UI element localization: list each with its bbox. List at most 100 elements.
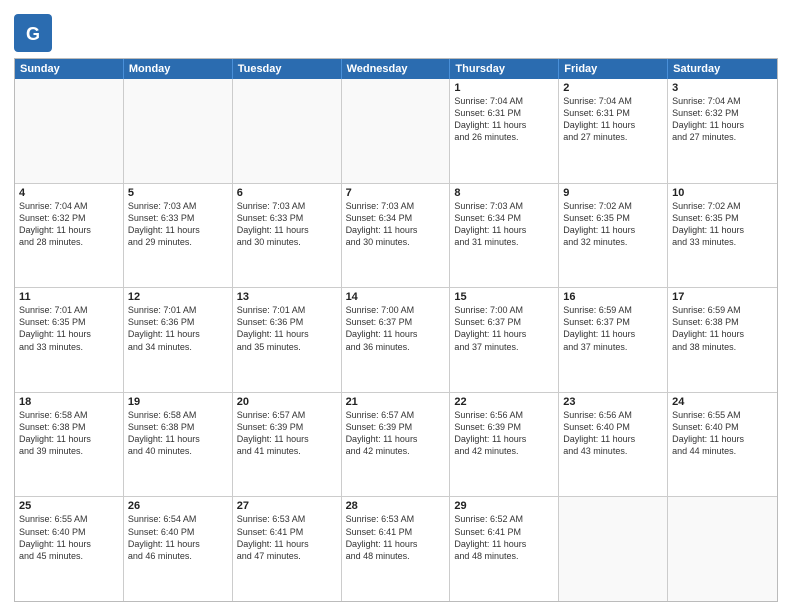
day-info: Sunrise: 6:57 AM Sunset: 6:39 PM Dayligh…	[237, 409, 337, 458]
day-info: Sunrise: 6:56 AM Sunset: 6:40 PM Dayligh…	[563, 409, 663, 458]
calendar-cell: 17Sunrise: 6:59 AM Sunset: 6:38 PM Dayli…	[668, 288, 777, 392]
day-info: Sunrise: 6:53 AM Sunset: 6:41 PM Dayligh…	[237, 513, 337, 562]
calendar-cell: 16Sunrise: 6:59 AM Sunset: 6:37 PM Dayli…	[559, 288, 668, 392]
day-info: Sunrise: 6:59 AM Sunset: 6:37 PM Dayligh…	[563, 304, 663, 353]
day-info: Sunrise: 7:00 AM Sunset: 6:37 PM Dayligh…	[454, 304, 554, 353]
day-number: 14	[346, 291, 446, 303]
day-number: 1	[454, 82, 554, 94]
calendar-week-row: 18 Sunrise: 6:58 AM Sunset: 6:38 PM Dayli…	[15, 393, 777, 498]
calendar-header-cell: Saturday	[668, 59, 777, 79]
calendar-cell: 8Sunrise: 7:03 AM Sunset: 6:34 PM Daylig…	[450, 184, 559, 288]
day-number: 8	[454, 187, 554, 199]
svg-text:G: G	[26, 24, 40, 44]
calendar-week-row: 11Sunrise: 7:01 AM Sunset: 6:35 PM Dayli…	[15, 288, 777, 393]
day-number: 26	[128, 500, 228, 512]
day-info: Sunrise: 7:04 AM Sunset: 6:31 PM Dayligh…	[563, 95, 663, 144]
day-info: Sunrise: 7:01 AM Sunset: 6:36 PM Dayligh…	[237, 304, 337, 353]
calendar-cell: 22Sunrise: 6:56 AM Sunset: 6:39 PM Dayli…	[450, 393, 559, 497]
day-number: 28	[346, 500, 446, 512]
day-info: Sunrise: 7:04 AM Sunset: 6:32 PM Dayligh…	[672, 95, 773, 144]
day-number: 12	[128, 291, 228, 303]
calendar-cell: 26Sunrise: 6:54 AM Sunset: 6:40 PM Dayli…	[124, 497, 233, 601]
calendar-cell: 11Sunrise: 7:01 AM Sunset: 6:35 PM Dayli…	[15, 288, 124, 392]
calendar-cell	[233, 79, 342, 183]
calendar-header-cell: Sunday	[15, 59, 124, 79]
calendar-body: 1Sunrise: 7:04 AM Sunset: 6:31 PM Daylig…	[15, 79, 777, 601]
calendar-header-cell: Friday	[559, 59, 668, 79]
day-number: 9	[563, 187, 663, 199]
calendar-header-cell: Tuesday	[233, 59, 342, 79]
day-info: Sunrise: 6:52 AM Sunset: 6:41 PM Dayligh…	[454, 513, 554, 562]
calendar-cell: 9Sunrise: 7:02 AM Sunset: 6:35 PM Daylig…	[559, 184, 668, 288]
logo: G	[14, 10, 55, 52]
day-number: 19	[128, 396, 228, 408]
day-info: Sunrise: 7:00 AM Sunset: 6:37 PM Dayligh…	[346, 304, 446, 353]
calendar-cell: 19Sunrise: 6:58 AM Sunset: 6:38 PM Dayli…	[124, 393, 233, 497]
calendar-header-cell: Monday	[124, 59, 233, 79]
logo-icon: G	[14, 14, 52, 52]
calendar-cell: 24Sunrise: 6:55 AM Sunset: 6:40 PM Dayli…	[668, 393, 777, 497]
calendar: SundayMondayTuesdayWednesdayThursdayFrid…	[14, 58, 778, 602]
calendar-week-row: 1Sunrise: 7:04 AM Sunset: 6:31 PM Daylig…	[15, 79, 777, 184]
day-number: 25	[19, 500, 119, 512]
calendar-cell: 29Sunrise: 6:52 AM Sunset: 6:41 PM Dayli…	[450, 497, 559, 601]
day-number: 27	[237, 500, 337, 512]
day-info: Sunrise: 7:01 AM Sunset: 6:35 PM Dayligh…	[19, 304, 119, 353]
day-number: 20	[237, 396, 337, 408]
day-info: Sunrise: 7:01 AM Sunset: 6:36 PM Dayligh…	[128, 304, 228, 353]
calendar-header-cell: Wednesday	[342, 59, 451, 79]
calendar-cell: 10Sunrise: 7:02 AM Sunset: 6:35 PM Dayli…	[668, 184, 777, 288]
day-info: Sunrise: 7:03 AM Sunset: 6:33 PM Dayligh…	[237, 200, 337, 249]
calendar-cell: 5Sunrise: 7:03 AM Sunset: 6:33 PM Daylig…	[124, 184, 233, 288]
day-number: 10	[672, 187, 773, 199]
day-info: Sunrise: 7:04 AM Sunset: 6:31 PM Dayligh…	[454, 95, 554, 144]
day-info: Sunrise: 7:02 AM Sunset: 6:35 PM Dayligh…	[563, 200, 663, 249]
day-number: 2	[563, 82, 663, 94]
calendar-cell: 7Sunrise: 7:03 AM Sunset: 6:34 PM Daylig…	[342, 184, 451, 288]
day-number: 29	[454, 500, 554, 512]
calendar-cell: 14Sunrise: 7:00 AM Sunset: 6:37 PM Dayli…	[342, 288, 451, 392]
calendar-cell: 12Sunrise: 7:01 AM Sunset: 6:36 PM Dayli…	[124, 288, 233, 392]
day-number: 16	[563, 291, 663, 303]
day-info: Sunrise: 6:53 AM Sunset: 6:41 PM Dayligh…	[346, 513, 446, 562]
calendar-cell	[559, 497, 668, 601]
day-info: Sunrise: 6:59 AM Sunset: 6:38 PM Dayligh…	[672, 304, 773, 353]
day-number: 13	[237, 291, 337, 303]
header-row: G	[14, 10, 778, 52]
day-info: Sunrise: 7:03 AM Sunset: 6:33 PM Dayligh…	[128, 200, 228, 249]
calendar-week-row: 4Sunrise: 7:04 AM Sunset: 6:32 PM Daylig…	[15, 184, 777, 289]
calendar-cell	[342, 79, 451, 183]
day-info: Sunrise: 6:58 AM Sunset: 6:38 PM Dayligh…	[128, 409, 228, 458]
calendar-cell	[124, 79, 233, 183]
day-info: Sunrise: 7:03 AM Sunset: 6:34 PM Dayligh…	[454, 200, 554, 249]
day-info: Sunrise: 6:56 AM Sunset: 6:39 PM Dayligh…	[454, 409, 554, 458]
day-info: Sunrise: 6:55 AM Sunset: 6:40 PM Dayligh…	[19, 513, 119, 562]
calendar-cell: 2Sunrise: 7:04 AM Sunset: 6:31 PM Daylig…	[559, 79, 668, 183]
calendar-cell: 23Sunrise: 6:56 AM Sunset: 6:40 PM Dayli…	[559, 393, 668, 497]
day-number: 15	[454, 291, 554, 303]
day-info: Sunrise: 7:03 AM Sunset: 6:34 PM Dayligh…	[346, 200, 446, 249]
calendar-cell: 20Sunrise: 6:57 AM Sunset: 6:39 PM Dayli…	[233, 393, 342, 497]
calendar-cell: 1Sunrise: 7:04 AM Sunset: 6:31 PM Daylig…	[450, 79, 559, 183]
calendar-cell: 3Sunrise: 7:04 AM Sunset: 6:32 PM Daylig…	[668, 79, 777, 183]
calendar-header: SundayMondayTuesdayWednesdayThursdayFrid…	[15, 59, 777, 79]
day-number: 22	[454, 396, 554, 408]
day-number: 24	[672, 396, 773, 408]
calendar-header-cell: Thursday	[450, 59, 559, 79]
calendar-cell: 6Sunrise: 7:03 AM Sunset: 6:33 PM Daylig…	[233, 184, 342, 288]
day-number: 17	[672, 291, 773, 303]
calendar-cell: 13Sunrise: 7:01 AM Sunset: 6:36 PM Dayli…	[233, 288, 342, 392]
day-number: 18	[19, 396, 119, 408]
day-number: 4	[19, 187, 119, 199]
page: G SundayMondayTuesdayWednesdayThursdayFr…	[0, 0, 792, 612]
day-info: Sunrise: 6:54 AM Sunset: 6:40 PM Dayligh…	[128, 513, 228, 562]
day-number: 23	[563, 396, 663, 408]
day-number: 7	[346, 187, 446, 199]
day-number: 6	[237, 187, 337, 199]
calendar-cell	[668, 497, 777, 601]
day-info: Sunrise: 7:02 AM Sunset: 6:35 PM Dayligh…	[672, 200, 773, 249]
calendar-cell: 28Sunrise: 6:53 AM Sunset: 6:41 PM Dayli…	[342, 497, 451, 601]
calendar-cell: 15Sunrise: 7:00 AM Sunset: 6:37 PM Dayli…	[450, 288, 559, 392]
day-number: 5	[128, 187, 228, 199]
day-info: Sunrise: 6:57 AM Sunset: 6:39 PM Dayligh…	[346, 409, 446, 458]
